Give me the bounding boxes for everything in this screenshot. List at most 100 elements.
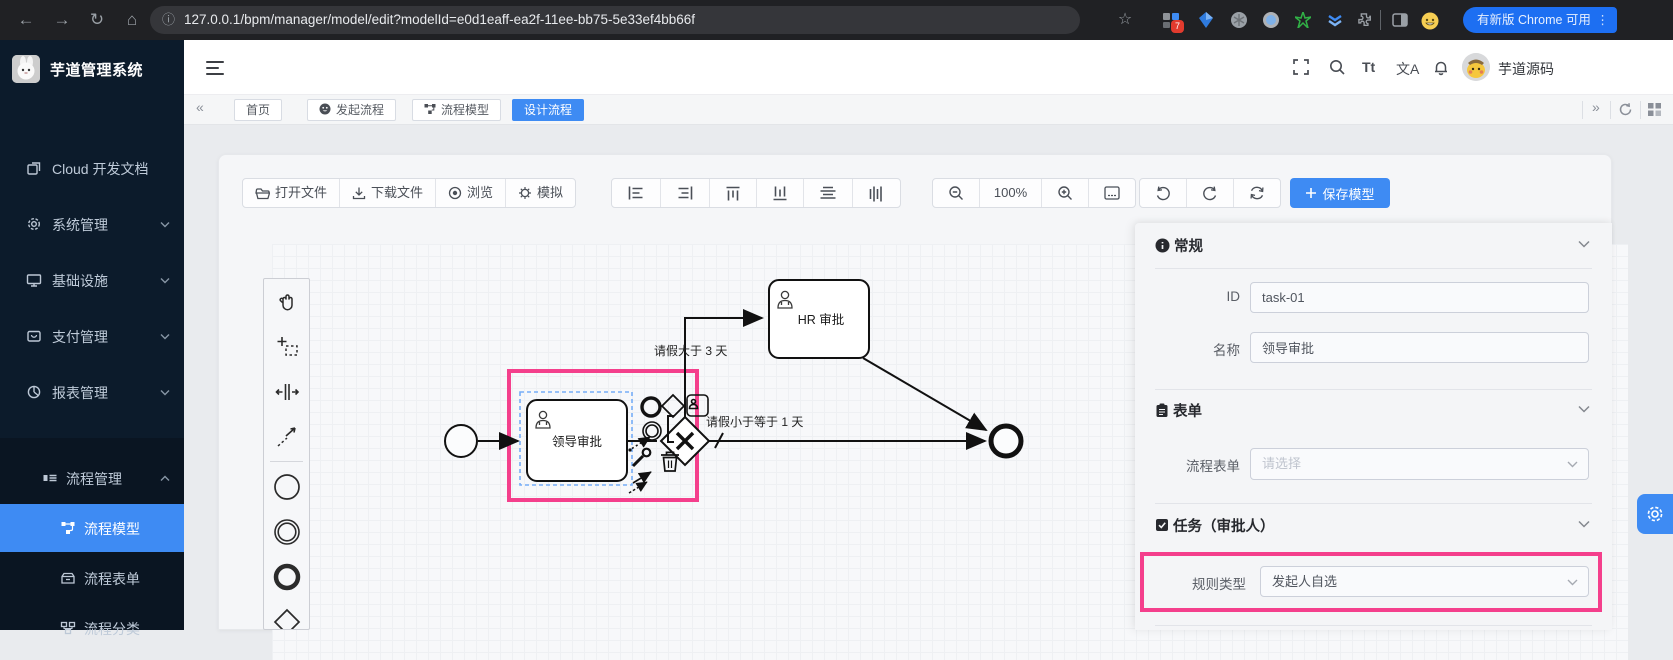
browser-back-icon[interactable]: ← [14,0,38,40]
sidebar-item-process-model[interactable]: 流程模型 [0,504,184,552]
extensions-puzzle-icon[interactable] [1357,12,1373,28]
section-general[interactable]: 常规 [1155,234,1203,256]
app-title: 芋道管理系统 [50,59,143,80]
font-size-icon[interactable]: Tt [1362,59,1375,75]
sidebar-item-process-form[interactable]: 流程表单 [0,556,184,600]
theme-settings-button[interactable] [1637,494,1673,534]
divider [1155,625,1592,626]
model-nodes-icon [424,103,436,115]
condition-label[interactable]: 请假大于 3 天 [654,344,727,358]
chevron-down-icon[interactable] [1578,405,1590,413]
locale-icon[interactable]: 文A [1396,59,1419,79]
chevron-down-icon [160,389,170,396]
address-bar[interactable]: ⓘ 127.0.0.1/bpm/manager/model/edit?modelI… [150,6,1080,34]
chevron-down-icon[interactable] [1578,520,1590,528]
chevron-down-icon [160,333,170,340]
category-nodes-icon [60,620,76,636]
tab-start-process[interactable]: 发起流程 [307,99,396,121]
side-panel-icon[interactable] [1392,12,1408,28]
fullscreen-icon[interactable] [1292,58,1312,78]
search-icon[interactable] [1328,58,1348,78]
extension-icon[interactable] [1263,12,1279,28]
rule-type-select[interactable]: 发起人自选 [1260,566,1589,597]
app-logo [12,55,40,83]
extension-icon[interactable] [1327,12,1343,28]
chrome-update-button[interactable]: 有新版 Chrome 可用 ⋮ [1463,7,1617,33]
bookmark-star-icon[interactable]: ☆ [1113,0,1137,40]
extension-icon[interactable] [1231,12,1247,28]
chevron-down-icon [160,221,170,228]
divider [1155,389,1592,390]
wrench-icon[interactable] [633,449,650,466]
chevron-down-icon[interactable] [1578,240,1590,248]
rule-type-label: 规则类型 [1155,573,1246,593]
layout-grid-icon[interactable] [1648,103,1661,116]
tab-home[interactable]: 首页 [234,99,282,121]
replace-arrows-icon[interactable] [629,472,651,493]
smiley-icon [319,103,331,115]
divider [1582,101,1583,119]
sidebar-item-system[interactable]: 系统管理 [0,202,184,246]
profile-avatar-icon[interactable] [1421,12,1437,28]
sidebar-item-process-category[interactable]: 流程分类 [0,606,184,650]
id-input[interactable] [1250,282,1589,313]
refresh-tab-icon[interactable] [1618,102,1633,117]
sidebar-item-cloud-docs[interactable]: Cloud 开发文档 [0,146,184,190]
divider [1155,503,1592,504]
app-logo-row[interactable]: 芋道管理系统 [0,52,184,100]
form-icon [1155,403,1169,418]
append-intermediate-event-icon [646,425,658,437]
end-event[interactable] [991,426,1021,456]
append-end-event-icon[interactable] [642,398,660,416]
process-form-select[interactable]: 请选择 [1250,448,1589,480]
tabs-scroll-left-icon[interactable]: « [196,99,204,115]
tabs-scroll-right-icon[interactable]: » [1592,99,1600,115]
url-text[interactable]: 127.0.0.1/bpm/manager/model/edit?modelId… [184,12,695,27]
user-task-hr[interactable]: HR 审批 [769,280,869,358]
section-task-assignee[interactable]: 任务（审批人） [1155,514,1275,536]
tab-process-model[interactable]: 流程模型 [412,99,501,121]
browser-menu-dots-icon[interactable]: ⋮ [1596,7,1609,33]
wallet-icon [26,328,42,344]
task-check-icon [1155,518,1169,532]
name-input[interactable] [1250,332,1589,363]
monitor-icon [26,272,42,288]
sidebar-item-payment[interactable]: 支付管理 [0,314,184,358]
chevron-down-icon [160,277,170,284]
notification-bell-icon[interactable] [1432,58,1452,78]
extension-icon[interactable] [1295,12,1311,28]
sidebar-item-report[interactable]: 报表管理 [0,370,184,414]
append-gateway-icon[interactable] [662,395,684,417]
sidebar-item-process-mgmt[interactable]: 流程管理 [0,456,184,500]
user-avatar[interactable] [1462,53,1490,81]
divider [1610,101,1611,119]
sequence-flow[interactable] [863,358,986,430]
tab-design-process[interactable]: 设计流程 [512,99,584,121]
sidebar-item-label: 系统管理 [52,215,108,235]
trash-icon[interactable] [661,452,679,471]
user-name[interactable]: 芋道源码 [1498,59,1554,79]
start-event[interactable] [445,425,477,457]
sidebar-item-infra[interactable]: 基础设施 [0,258,184,302]
chevron-up-icon [160,475,170,482]
list-icon [42,470,58,486]
tab-bar: « 首页 发起流程 流程模型 设计流程 » [184,95,1673,125]
user-task-leader[interactable]: 领导审批 [527,400,627,481]
sidebar-item-label: 流程管理 [66,469,122,489]
browser-chrome: ← → ↻ ⌂ ⓘ 127.0.0.1/bpm/manager/model/edi… [0,0,1673,40]
extension-icon[interactable]: 7 [1163,12,1179,28]
collapse-menu-icon[interactable] [206,61,224,75]
condition-label[interactable]: 请假小于等于 1 天 [706,415,803,429]
browser-forward-icon[interactable]: → [50,0,74,40]
sidebar-item-label: 基础设施 [52,271,108,291]
site-info-icon[interactable]: ⓘ [162,12,175,27]
chevron-down-icon [1567,461,1578,468]
gear-icon [1646,505,1664,523]
sidebar-item-label: 流程表单 [84,569,140,589]
browser-reload-icon[interactable]: ↻ [85,0,109,40]
section-form[interactable]: 表单 [1155,399,1202,421]
extension-icon[interactable] [1198,12,1214,28]
gear-icon [26,216,42,232]
browser-home-icon[interactable]: ⌂ [120,0,144,40]
workflow-submenu: 流程管理 流程模型 流程表单 流程分类 [0,438,184,630]
